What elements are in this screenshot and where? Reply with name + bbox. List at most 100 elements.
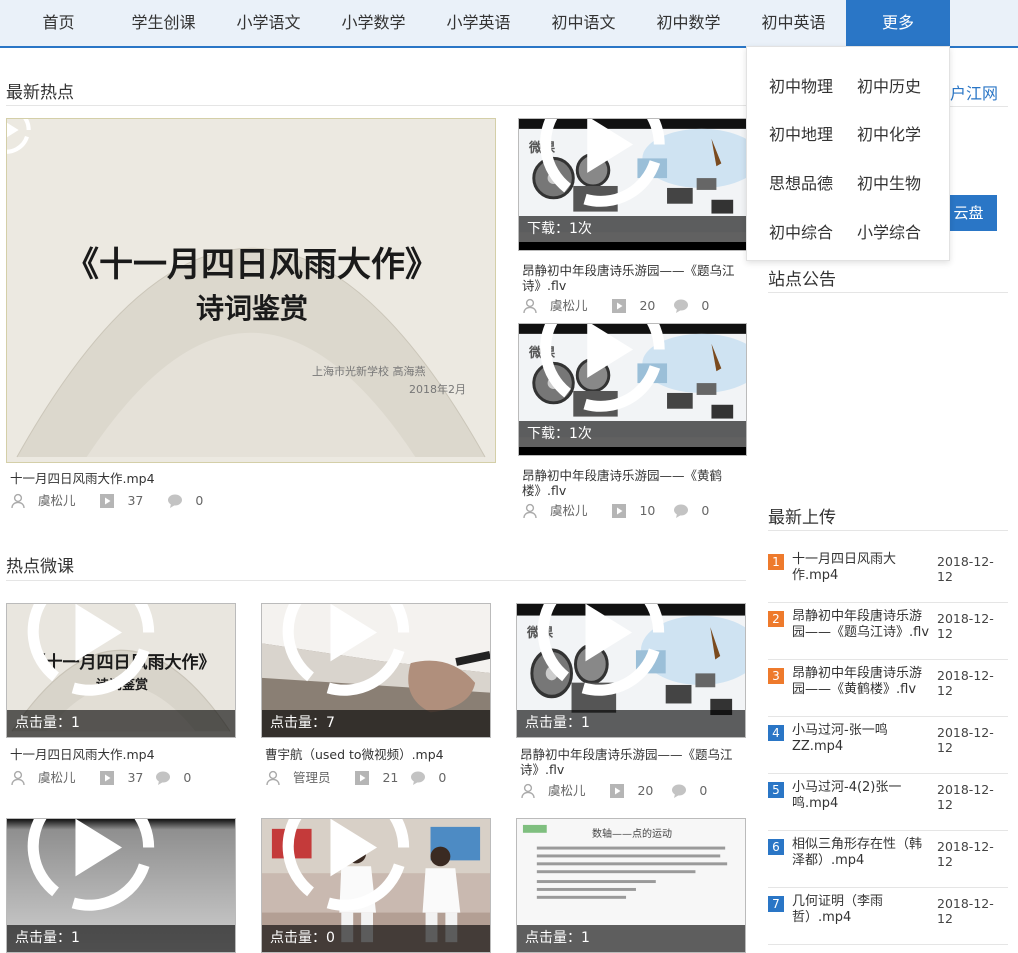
dropdown-item-morality[interactable]: 思想品德 — [769, 170, 849, 194]
click-count-overlay: 点击量：1 — [517, 710, 745, 737]
play-icon[interactable] — [518, 323, 716, 415]
click-label: 点击量： — [270, 930, 326, 946]
click-label: 点击量： — [525, 715, 581, 731]
side-video-thumbnail[interactable]: 微课 下载：1次 — [518, 323, 747, 456]
comment-icon — [673, 298, 689, 314]
dropdown-item-chemistry[interactable]: 初中化学 — [857, 121, 937, 145]
more-dropdown-menu: 初中物理 初中历史 初中地理 初中化学 思想品德 初中生物 初中综合 小学综合 — [746, 46, 950, 261]
play-icon[interactable] — [516, 603, 715, 699]
download-label: 下载： — [527, 426, 569, 442]
video-title[interactable]: 昂静初中年段唐诗乐游园——《黄鹤楼》.flv — [522, 468, 732, 498]
nav-item-primary-chinese[interactable]: 小学语文 — [216, 0, 321, 46]
click-count: 7 — [326, 715, 335, 731]
author-name: 虞松儿 — [549, 297, 588, 313]
dropdown-item-physics[interactable]: 初中物理 — [769, 73, 849, 97]
dropdown-item-primary-general[interactable]: 小学综合 — [857, 219, 937, 243]
micro-video-thumbnail[interactable]: 点击量：7 — [261, 603, 491, 738]
nav-item-more[interactable]: 更多 — [846, 0, 950, 46]
author-name: 虞松儿 — [37, 769, 76, 785]
video-meta: 虞松儿 37 0 — [10, 491, 203, 509]
upload-list-item[interactable]: 4 小马过河-张一鸣ZZ.mp4 2018-12-12 — [768, 717, 1008, 774]
author-name: 管理员 — [292, 769, 331, 785]
doc-title: 数轴——点的运动 — [592, 829, 672, 840]
comment-count: 0 — [701, 502, 710, 518]
download-count: 1次 — [569, 221, 592, 237]
click-count: 0 — [326, 930, 335, 946]
upload-list-item[interactable]: 2 昂静初中年段唐诗乐游园——《题乌江诗》.flv 2018-12-12 — [768, 603, 1008, 660]
comment-count: 0 — [183, 769, 192, 785]
dropdown-item-geography[interactable]: 初中地理 — [769, 121, 849, 145]
upload-date: 2018-12-12 — [937, 611, 994, 641]
click-count: 1 — [71, 930, 80, 946]
view-count: 10 — [639, 502, 656, 518]
upload-list-item[interactable]: 7 几何证明（李雨哲）.mp4 2018-12-12 — [768, 888, 1008, 945]
side-video-thumbnail[interactable]: 微课 下载：1次 — [518, 118, 747, 251]
view-count: 37 — [127, 769, 144, 785]
video-icon — [609, 783, 625, 799]
micro-video-thumbnail[interactable]: 数轴——点的运动 点击量：1 — [516, 818, 746, 953]
section-divider — [6, 580, 746, 581]
micro-video-thumbnail[interactable]: 点击量：0 — [261, 818, 491, 953]
nav-item-primary-math[interactable]: 小学数学 — [321, 0, 426, 46]
upload-list-item[interactable]: 5 小马过河-4(2)张一鸣.mp4 2018-12-12 — [768, 774, 1008, 831]
video-title[interactable]: 十一月四日风雨大作.mp4 — [10, 747, 155, 762]
user-icon — [265, 770, 281, 786]
nav-item-home[interactable]: 首页 — [6, 0, 111, 46]
thumb-title: 《十一月四日风雨大作》 — [65, 245, 439, 285]
dropdown-item-junior-general[interactable]: 初中综合 — [769, 219, 849, 243]
upload-name[interactable]: 相似三角形存在性（韩泽都）.mp4 — [792, 837, 932, 869]
click-label: 点击量： — [15, 715, 71, 731]
play-icon[interactable] — [6, 603, 205, 699]
micro-video-thumbnail[interactable]: 《十一月四日风雨大作》 诗词鉴赏 点击量：1 — [6, 603, 236, 738]
play-icon[interactable] — [261, 603, 460, 699]
micro-video-thumbnail[interactable]: 点击量：1 — [6, 818, 236, 953]
video-icon — [611, 503, 627, 519]
rank-badge: 6 — [768, 839, 784, 855]
section-divider — [950, 106, 1008, 107]
upload-list-item[interactable]: 6 相似三角形存在性（韩泽都）.mp4 2018-12-12 — [768, 831, 1008, 888]
comment-icon — [155, 770, 171, 786]
thumb-bottom-bar — [519, 242, 746, 250]
video-title[interactable]: 十一月四日风雨大作.mp4 — [10, 471, 155, 486]
nav-item-junior-chinese[interactable]: 初中语文 — [531, 0, 636, 46]
upload-name[interactable]: 昂静初中年段唐诗乐游园——《题乌江诗》.flv — [792, 609, 932, 641]
click-count-overlay: 点击量：1 — [7, 925, 235, 952]
micro-video-thumbnail[interactable]: 微课 点击量：1 — [516, 603, 746, 738]
play-icon[interactable] — [6, 818, 205, 914]
upload-date: 2018-12-12 — [937, 554, 994, 584]
nav-item-student-course[interactable]: 学生创课 — [111, 0, 216, 46]
play-icon[interactable] — [6, 118, 32, 155]
comment-icon — [167, 493, 183, 509]
nav-item-junior-math[interactable]: 初中数学 — [636, 0, 741, 46]
upload-name[interactable]: 十一月四日风雨大作.mp4 — [792, 552, 932, 584]
featured-video-thumbnail[interactable]: 《十一月四日风雨大作》 诗词鉴赏 上海市光新学校 高海燕 2018年2月 — [6, 118, 496, 463]
site-link[interactable]: 户江网 — [950, 80, 998, 104]
play-icon[interactable] — [518, 118, 716, 210]
video-meta: 虞松儿 37 0 — [10, 768, 191, 786]
view-count: 37 — [127, 492, 144, 508]
upload-name[interactable]: 小马过河-4(2)张一鸣.mp4 — [792, 780, 932, 812]
upload-name[interactable]: 昂静初中年段唐诗乐游园——《黄鹤楼》.flv — [792, 666, 932, 698]
upload-list-item[interactable]: 1 十一月四日风雨大作.mp4 2018-12-12 — [768, 546, 1008, 603]
upload-list-item[interactable]: 3 昂静初中年段唐诗乐游园——《黄鹤楼》.flv 2018-12-12 — [768, 660, 1008, 717]
video-title[interactable]: 曹宇航（used to微视频）.mp4 — [265, 747, 444, 762]
download-label: 下载： — [527, 221, 569, 237]
click-count-overlay: 点击量：7 — [262, 710, 490, 737]
download-overlay: 下载：1次 — [519, 216, 746, 242]
dropdown-item-history[interactable]: 初中历史 — [857, 73, 937, 97]
video-title[interactable]: 昂静初中年段唐诗乐游园——《题乌江诗》.flv — [520, 747, 740, 777]
upload-date: 2018-12-12 — [937, 782, 994, 812]
video-meta: 虞松儿 10 0 — [522, 501, 709, 519]
nav-item-junior-english[interactable]: 初中英语 — [741, 0, 846, 46]
video-title[interactable]: 昂静初中年段唐诗乐游园——《题乌江诗》.flv — [522, 263, 742, 293]
play-icon[interactable] — [261, 818, 460, 914]
nav-item-primary-english[interactable]: 小学英语 — [426, 0, 531, 46]
rank-badge: 5 — [768, 782, 784, 798]
dropdown-item-biology[interactable]: 初中生物 — [857, 170, 937, 194]
rank-badge: 4 — [768, 725, 784, 741]
thumb-date: 2018年2月 — [409, 383, 466, 396]
upload-name[interactable]: 小马过河-张一鸣ZZ.mp4 — [792, 723, 932, 755]
upload-date: 2018-12-12 — [937, 668, 994, 698]
upload-name[interactable]: 几何证明（李雨哲）.mp4 — [792, 894, 932, 926]
section-divider — [768, 292, 1008, 293]
